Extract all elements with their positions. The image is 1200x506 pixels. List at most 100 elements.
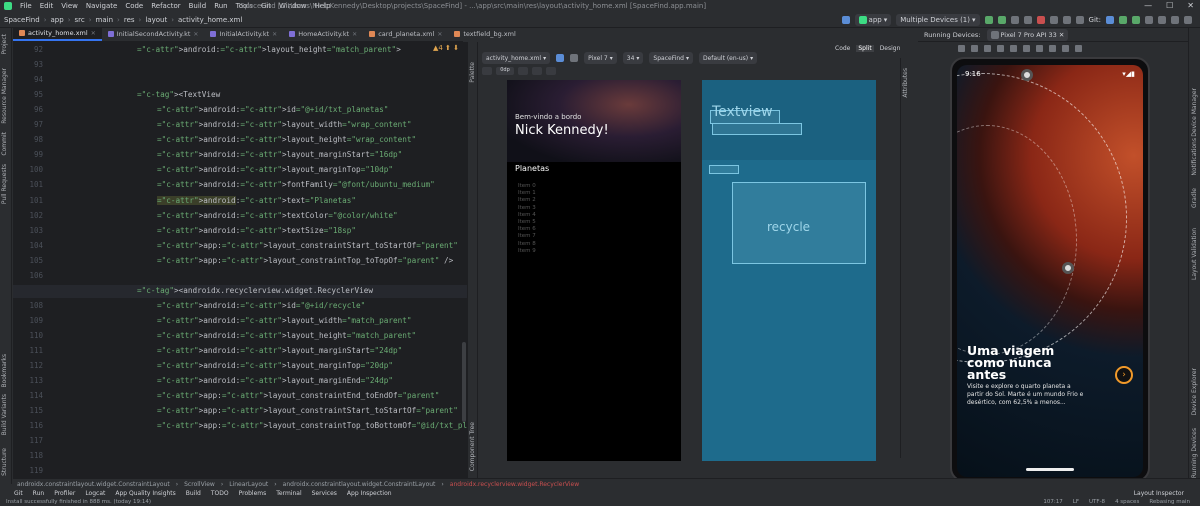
- history-icon[interactable]: [1145, 16, 1153, 24]
- tab-textfield-bg[interactable]: textfield_bg.xml: [448, 27, 521, 41]
- code-line[interactable]: ="c-attr">android:="c-attr">id="@+id/rec…: [157, 301, 365, 310]
- cursor-position[interactable]: 107:17: [1043, 498, 1062, 506]
- bookmarks-tool-tab[interactable]: Bookmarks: [1, 354, 8, 388]
- breadcrumb-item[interactable]: androidx.constraintlayout.widget.Constra…: [17, 481, 170, 488]
- running-device-tab[interactable]: Pixel 7 Pro API 33 ✕: [986, 28, 1069, 41]
- crumb-res[interactable]: res: [124, 16, 135, 24]
- file-encoding[interactable]: UTF-8: [1089, 498, 1105, 506]
- device-manager-tool-tab[interactable]: Device Manager: [1191, 88, 1198, 137]
- more-icon[interactable]: [1075, 44, 1082, 52]
- profile-icon[interactable]: [1023, 16, 1032, 24]
- logcat-tool-button[interactable]: Logcat: [85, 490, 105, 497]
- status-message[interactable]: Install successfully finished in 888 ms.…: [6, 499, 151, 505]
- screenshot-icon[interactable]: [1062, 44, 1069, 52]
- code-line[interactable]: ="c-attr">app:="c-attr">layout_constrain…: [157, 241, 458, 250]
- api-select[interactable]: 34 ▾: [622, 52, 644, 64]
- commit-tool-tab[interactable]: Commit: [1, 132, 8, 156]
- git-push-icon[interactable]: [1132, 16, 1140, 24]
- code-mode-button[interactable]: Code: [835, 45, 850, 52]
- code-line[interactable]: ="c-attr">android:="c-attr">layout_margi…: [157, 361, 393, 370]
- code-line[interactable]: ="c-attr">android:="c-attr">textColor="@…: [157, 211, 398, 220]
- settings-icon[interactable]: [1184, 16, 1192, 24]
- volume-down-icon[interactable]: [984, 44, 991, 52]
- code-line[interactable]: ="c-attr">android:="c-attr">textSize="18…: [157, 226, 356, 235]
- notifications-tool-tab[interactable]: Notifications: [1191, 138, 1198, 176]
- code-line[interactable]: ="c-attr">android:="c-attr">id="@+id/txt…: [157, 105, 388, 114]
- resource-manager-tool-tab[interactable]: Resource Manager: [1, 68, 8, 124]
- close-tab-icon[interactable]: ✕: [437, 31, 442, 38]
- device-manager-icon[interactable]: [1062, 16, 1071, 24]
- code-line[interactable]: ="c-attr">android:="c-attr">layout_heigh…: [157, 331, 416, 340]
- palette-tool-tab[interactable]: Palette: [469, 62, 476, 83]
- run-icon[interactable]: [984, 16, 993, 24]
- code-line[interactable]: ="c-attr">android:="c-attr">layout_heigh…: [137, 45, 401, 54]
- git-branch[interactable]: Rebasing main: [1149, 498, 1190, 506]
- phone-screen[interactable]: 9:16 ▾◢▮ Uma viagem como nunca antes Vis…: [957, 65, 1143, 477]
- close-tab-icon[interactable]: ✕: [193, 31, 198, 38]
- code-line[interactable]: ="c-attr">app:="c-attr">layout_constrain…: [157, 391, 439, 400]
- menu-navigate[interactable]: Navigate: [86, 2, 117, 10]
- tab-initial-second-activity[interactable]: InitialSecondActivity.kt ✕: [102, 27, 205, 41]
- tab-initial-activity[interactable]: InitialActivity.kt ✕: [204, 27, 283, 41]
- revert-icon[interactable]: [1158, 16, 1166, 24]
- layout-inspector-button[interactable]: Layout Inspector: [1134, 490, 1184, 497]
- code-line[interactable]: ="c-attr">android:="c-attr">layout_margi…: [157, 150, 402, 159]
- infer-constraints-icon[interactable]: [532, 67, 542, 75]
- gesture-bar[interactable]: [1026, 468, 1074, 471]
- code-line[interactable]: ="c-attr">android:="c-attr">layout_margi…: [157, 165, 393, 174]
- apply-changes-icon[interactable]: [997, 16, 1006, 24]
- services-tool-button[interactable]: Services: [312, 490, 337, 497]
- git-update-icon[interactable]: [1106, 16, 1114, 24]
- menu-code[interactable]: Code: [125, 2, 143, 10]
- problems-tool-button[interactable]: Problems: [239, 490, 267, 497]
- guidelines-icon[interactable]: [546, 67, 556, 75]
- blueprint-canvas[interactable]: Textview recycle: [702, 80, 876, 461]
- breadcrumb-item[interactable]: LinearLayout: [229, 481, 268, 488]
- design-mode-button[interactable]: Design: [880, 45, 901, 52]
- structure-tool-tab[interactable]: Structure: [1, 448, 8, 476]
- gradle-tool-tab[interactable]: Gradle: [1191, 188, 1198, 208]
- app-inspection-tool-button[interactable]: App Inspection: [347, 490, 392, 497]
- minimize-icon[interactable]: —: [1144, 1, 1152, 10]
- editor-scrollbar[interactable]: [462, 342, 466, 422]
- code-line[interactable]: ="c-attr">android:="c-attr">layout_margi…: [157, 346, 402, 355]
- indent-setting[interactable]: 4 spaces: [1115, 498, 1139, 506]
- maximize-icon[interactable]: ☐: [1166, 1, 1173, 10]
- code-line[interactable]: ="c-attr">android:="c-attr">layout_heigh…: [157, 135, 416, 144]
- pull-requests-tool-tab[interactable]: Pull Requests: [1, 164, 8, 204]
- layers-icon[interactable]: [556, 54, 565, 62]
- menu-run[interactable]: Run: [214, 2, 227, 10]
- overview-icon[interactable]: [1049, 44, 1056, 52]
- hammer-icon[interactable]: [841, 16, 850, 24]
- running-devices-tool-tab[interactable]: Running Devices: [1191, 428, 1198, 478]
- rotate-right-icon[interactable]: [1010, 44, 1017, 52]
- project-tool-tab[interactable]: Project: [1, 34, 8, 55]
- device-explorer-tool-tab[interactable]: Device Explorer: [1191, 368, 1198, 415]
- code-line[interactable]: ="c-tag"><TextView: [137, 90, 220, 99]
- code-line[interactable]: ="c-attr">app:="c-attr">layout_constrain…: [157, 256, 453, 265]
- code-line[interactable]: ="c-tag"><androidx.recyclerview.widget.R…: [137, 286, 373, 295]
- line-separator[interactable]: LF: [1073, 498, 1079, 506]
- crumb-layout[interactable]: layout: [145, 16, 167, 24]
- code-editor[interactable]: 92 93 94 95 96 97 98 99 100 101 101 102 103 104 105 106…: [13, 42, 467, 479]
- search-icon[interactable]: [1171, 16, 1179, 24]
- split-mode-button[interactable]: Split: [856, 45, 874, 52]
- crumb-app[interactable]: app: [51, 16, 64, 24]
- blueprint-planetas-box[interactable]: [709, 165, 739, 174]
- app-quality-tool-button[interactable]: App Quality Insights: [115, 490, 175, 497]
- tab-activity-home[interactable]: activity_home.xml ✕: [13, 27, 102, 41]
- close-tab-icon[interactable]: ✕: [91, 30, 96, 37]
- theme-select[interactable]: SpaceFind ▾: [649, 52, 693, 64]
- device-select[interactable]: Multiple Devices (1) ▾: [896, 14, 980, 26]
- breadcrumb-item[interactable]: androidx.constraintlayout.widget.Constra…: [283, 481, 436, 488]
- design-preview-canvas[interactable]: Bem-vindo a bordo Nick Kennedy! Planetas…: [507, 80, 681, 461]
- tab-home-activity[interactable]: HomeActivity.kt ✕: [283, 27, 363, 41]
- orientation-icon[interactable]: [570, 54, 579, 62]
- sdk-icon[interactable]: [1075, 16, 1084, 24]
- margin-value[interactable]: 0dp: [496, 67, 514, 75]
- view-options-icon[interactable]: [482, 67, 492, 75]
- run-config-select[interactable]: app ▾: [854, 14, 892, 26]
- close-icon[interactable]: ✕: [1187, 1, 1194, 10]
- code-line[interactable]: ="c-attr">android:="c-attr">text="Planet…: [157, 195, 356, 205]
- code-line[interactable]: ="c-attr">app:="c-attr">layout_constrain…: [157, 421, 467, 430]
